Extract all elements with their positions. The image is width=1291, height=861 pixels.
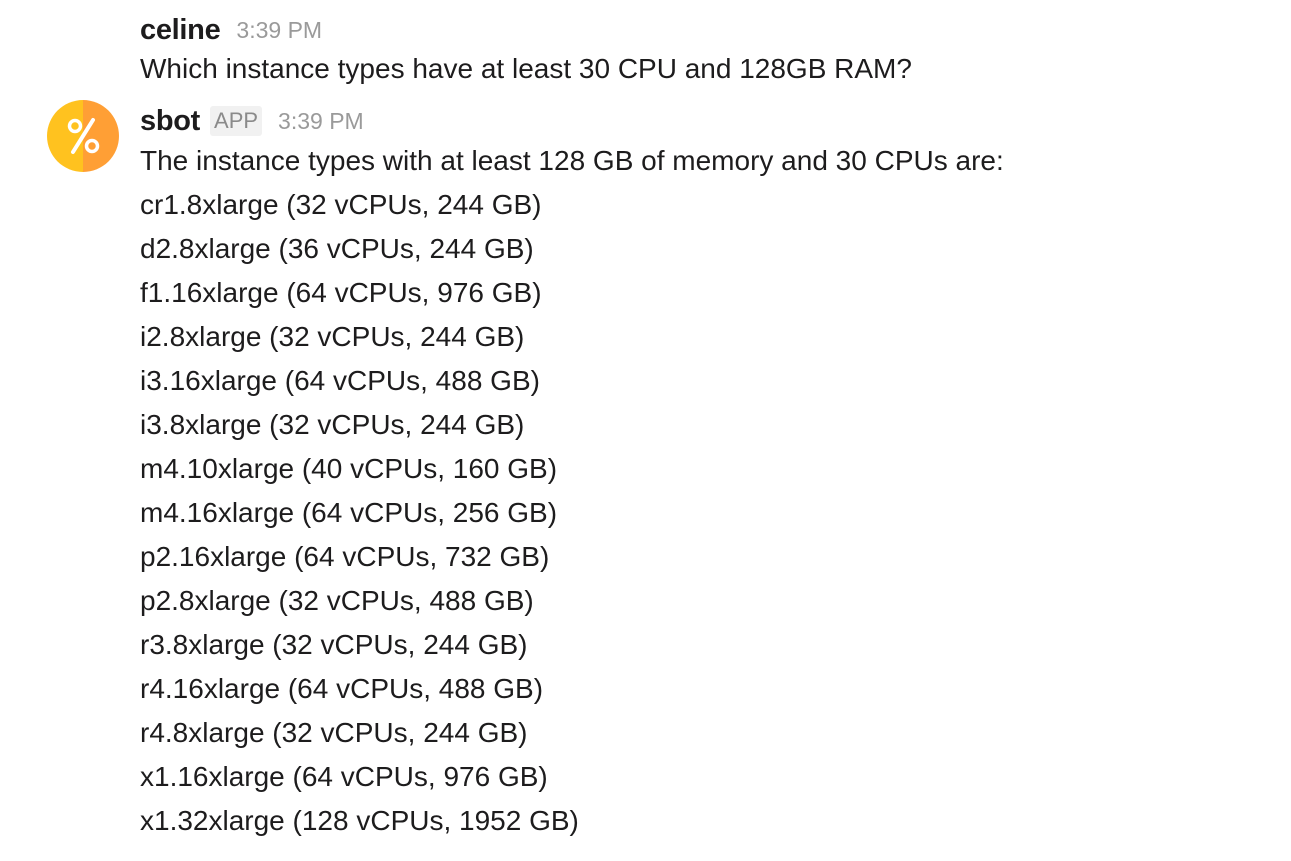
instance-line: p2.8xlarge (32 vCPUs, 488 GB) xyxy=(140,585,534,616)
instance-line: r3.8xlarge (32 vCPUs, 244 GB) xyxy=(140,629,528,660)
message-intro: The instance types with at least 128 GB … xyxy=(140,145,1004,176)
instance-line: cr1.8xlarge (32 vCPUs, 244 GB) xyxy=(140,189,542,220)
message-timestamp[interactable]: 3:39 PM xyxy=(236,17,322,44)
instance-line: x1.16xlarge (64 vCPUs, 976 GB) xyxy=(140,761,548,792)
message-list: celine 3:39 PM Which instance types have… xyxy=(0,0,1291,861)
instance-line: i3.16xlarge (64 vCPUs, 488 GB) xyxy=(140,365,540,396)
message-timestamp[interactable]: 3:39 PM xyxy=(278,108,364,135)
message-body: The instance types with at least 128 GB … xyxy=(140,139,1271,843)
instance-line: x1.32xlarge (128 vCPUs, 1952 GB) xyxy=(140,805,579,836)
avatar[interactable] xyxy=(47,100,119,172)
instance-line: r4.8xlarge (32 vCPUs, 244 GB) xyxy=(140,717,528,748)
instance-line: i2.8xlarge (32 vCPUs, 244 GB) xyxy=(140,321,525,352)
instance-line: p2.16xlarge (64 vCPUs, 732 GB) xyxy=(140,541,550,572)
percent-icon xyxy=(67,118,100,154)
message-text: Which instance types have at least 30 CP… xyxy=(140,53,912,84)
message-header: celine 3:39 PM xyxy=(140,10,322,50)
instance-line: f1.16xlarge (64 vCPUs, 976 GB) xyxy=(140,277,542,308)
instance-line: r4.16xlarge (64 vCPUs, 488 GB) xyxy=(140,673,544,704)
message-body: Which instance types have at least 30 CP… xyxy=(140,47,1271,91)
instance-line: d2.8xlarge (36 vCPUs, 244 GB) xyxy=(140,233,534,264)
instance-line: m4.16xlarge (64 vCPUs, 256 GB) xyxy=(140,497,558,528)
message-header: sbot APP 3:39 PM xyxy=(140,101,364,141)
instance-line: m4.10xlarge (40 vCPUs, 160 GB) xyxy=(140,453,558,484)
sender-name[interactable]: celine xyxy=(140,14,221,47)
app-badge: APP xyxy=(210,106,263,136)
instance-line: i3.8xlarge (32 vCPUs, 244 GB) xyxy=(140,409,525,440)
sender-name[interactable]: sbot xyxy=(140,105,200,138)
